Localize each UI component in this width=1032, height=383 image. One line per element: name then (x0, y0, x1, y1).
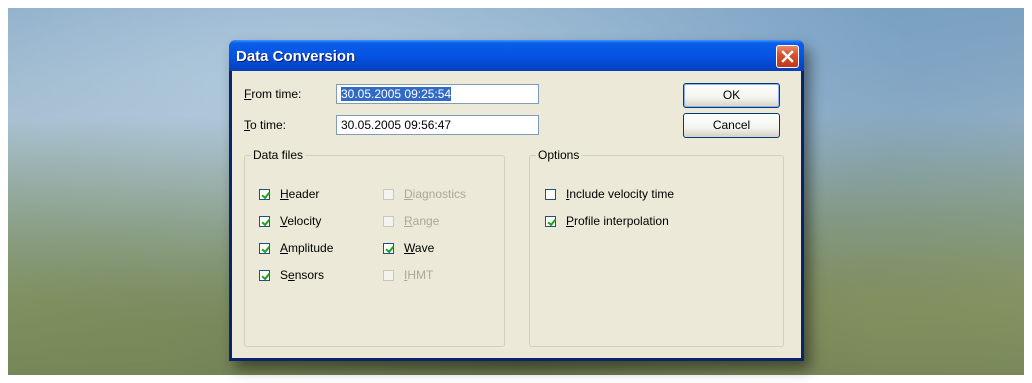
sensors-checkbox[interactable]: Sensors (259, 268, 324, 282)
title-bar[interactable]: Data Conversion (229, 40, 804, 71)
data-files-group-title: Data files (251, 148, 306, 162)
diagnostics-checkbox-box (383, 188, 394, 200)
amplitude-checkbox-box[interactable] (259, 242, 270, 254)
sensors-checkbox-box[interactable] (259, 269, 270, 281)
profile-interpolation-checkbox[interactable]: Profile interpolation (545, 214, 669, 228)
velocity-checkbox-label: Velocity (280, 214, 322, 228)
header-checkbox-box[interactable] (259, 188, 270, 200)
range-checkbox-label: Range (404, 214, 440, 228)
diagnostics-checkbox: Diagnostics (383, 187, 466, 201)
ok-button[interactable]: OK (683, 83, 780, 108)
to-time-label: To time: (244, 118, 287, 132)
dialog-title: Data Conversion (236, 48, 356, 65)
range-checkbox: Range (383, 214, 439, 228)
wave-checkbox-label: Wave (404, 241, 435, 255)
wave-checkbox[interactable]: Wave (383, 241, 434, 255)
include-velocity-time-label: Include velocity time (566, 187, 675, 201)
include-velocity-time-checkbox-box[interactable] (545, 188, 556, 200)
profile-interpolation-label: Profile interpolation (566, 214, 669, 228)
include-velocity-time-checkbox[interactable]: Include velocity time (545, 187, 674, 201)
data-files-group: Data files Header Velocity Amplitude Sen… (244, 148, 505, 347)
close-icon (781, 50, 794, 63)
dialog-client-area: From time: 30.05.2005 09:25:54 To time: … (232, 71, 801, 358)
header-checkbox-label: Header (280, 187, 320, 201)
profile-interpolation-checkbox-box[interactable] (545, 215, 556, 227)
wave-checkbox-box[interactable] (383, 242, 394, 254)
to-time-value: 30.05.2005 09:56:47 (341, 118, 452, 132)
cancel-button[interactable]: Cancel (683, 113, 780, 138)
from-time-value: 30.05.2005 09:25:54 (341, 87, 452, 101)
to-time-input[interactable]: 30.05.2005 09:56:47 (336, 115, 539, 135)
ihmt-checkbox-label: IHMT (404, 268, 434, 282)
options-group-title: Options (536, 148, 582, 162)
amplitude-checkbox[interactable]: Amplitude (259, 241, 333, 255)
diagnostics-checkbox-label: Diagnostics (404, 187, 467, 201)
ihmt-checkbox: IHMT (383, 268, 433, 282)
amplitude-checkbox-label: Amplitude (280, 241, 334, 255)
header-checkbox[interactable]: Header (259, 187, 319, 201)
from-time-input[interactable]: 30.05.2005 09:25:54 (336, 84, 539, 104)
data-conversion-dialog: Data Conversion From time: 30.05.2005 09… (229, 40, 804, 361)
close-button[interactable] (776, 45, 799, 68)
range-checkbox-box (383, 215, 394, 227)
options-group: Options Include velocity time Profile in… (529, 148, 784, 347)
from-time-label: From time: (244, 87, 302, 101)
ihmt-checkbox-box (383, 269, 394, 281)
velocity-checkbox[interactable]: Velocity (259, 214, 321, 228)
velocity-checkbox-box[interactable] (259, 215, 270, 227)
sensors-checkbox-label: Sensors (280, 268, 325, 282)
